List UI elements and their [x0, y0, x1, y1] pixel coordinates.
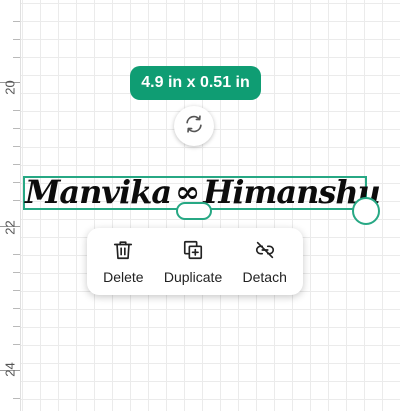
rotate-button[interactable] [174, 106, 214, 146]
ruler-minor-tick [13, 308, 20, 309]
delete-button[interactable]: Delete [103, 239, 144, 285]
ruler-minor-tick [13, 39, 20, 40]
ruler-minor-tick [13, 326, 20, 327]
ruler-minor-tick [13, 182, 20, 183]
delete-label: Delete [103, 268, 144, 285]
ruler-minor-tick [13, 21, 20, 22]
resize-handle-bottom[interactable] [176, 202, 212, 220]
duplicate-button[interactable]: Duplicate [164, 239, 222, 285]
ruler-label: 20 [2, 80, 18, 95]
detach-button[interactable]: Detach [243, 239, 287, 285]
detach-icon [254, 239, 276, 261]
action-menu: Delete Duplicate Detach [87, 228, 303, 295]
trash-icon [112, 239, 134, 261]
dimension-badge: 4.9 in x 0.51 in [130, 66, 261, 100]
duplicate-icon [182, 239, 204, 261]
ruler-minor-tick [13, 200, 20, 201]
ruler-label: 22 [2, 220, 18, 235]
rotate-icon [183, 113, 205, 140]
ruler-minor-tick [13, 128, 20, 129]
ruler-minor-tick [13, 146, 20, 147]
text-part-first-name: Manvika [25, 173, 172, 211]
duplicate-label: Duplicate [163, 268, 223, 285]
ruler-minor-tick [13, 254, 20, 255]
ruler-minor-tick [13, 344, 20, 345]
ruler-minor-tick [13, 398, 20, 399]
ruler-minor-tick [13, 57, 20, 58]
vertical-ruler: 20 22 24 [0, 0, 21, 411]
ruler-minor-tick [13, 272, 20, 273]
ruler-minor-tick [13, 164, 20, 165]
detach-label: Detach [242, 268, 287, 285]
ruler-minor-tick [13, 290, 20, 291]
ruler-minor-tick [13, 110, 20, 111]
resize-handle-corner[interactable] [352, 197, 380, 225]
ruler-label: 24 [2, 362, 18, 377]
